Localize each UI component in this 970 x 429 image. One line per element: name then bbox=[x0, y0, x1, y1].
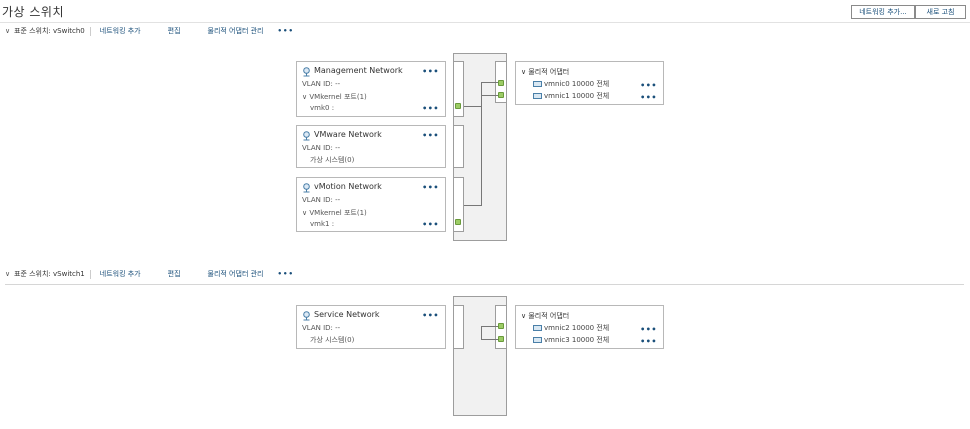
page-title: 가상 스위치 bbox=[2, 5, 65, 19]
wire bbox=[481, 326, 482, 339]
portgroup-name[interactable]: vMotion Network bbox=[314, 182, 382, 191]
chevron-down-icon[interactable]: ∨ bbox=[5, 270, 14, 278]
wire bbox=[481, 326, 499, 327]
add-networking-button[interactable]: 네트워킹 추가... bbox=[851, 5, 915, 19]
uplink-port[interactable] bbox=[498, 80, 504, 86]
edit-link[interactable]: 편집 bbox=[168, 269, 181, 279]
physical-nic-icon bbox=[533, 324, 542, 331]
physical-nic-icon bbox=[533, 92, 542, 99]
physical-nic-row[interactable]: vmnic2 10000 전체 bbox=[533, 323, 609, 332]
physical-nic-row[interactable]: vmnic3 10000 전체 bbox=[533, 335, 609, 344]
wire bbox=[464, 106, 482, 107]
more-actions-icon[interactable]: ••• bbox=[422, 105, 439, 113]
physical-nic-icon bbox=[533, 80, 542, 87]
physical-adapters-label: 물리적 어댑터 bbox=[528, 68, 570, 76]
more-actions-icon[interactable]: ••• bbox=[422, 221, 439, 229]
uplink-port[interactable] bbox=[498, 323, 504, 329]
vmkernel-port[interactable] bbox=[455, 219, 461, 225]
wire bbox=[481, 95, 499, 96]
manage-adapters-link[interactable]: 물리적 어댑터 관리 bbox=[208, 26, 264, 36]
physical-adapters-header[interactable]: ∨ 물리적 어댑터 bbox=[521, 311, 569, 321]
more-actions-icon[interactable]: ••• bbox=[422, 312, 439, 320]
more-actions-icon[interactable]: ••• bbox=[278, 270, 294, 278]
portgroup-card-vmotion-network: vMotion Network ••• VLAN ID: -- ∨ VMkern… bbox=[296, 177, 446, 232]
physical-adapters-header[interactable]: ∨ 물리적 어댑터 bbox=[521, 67, 569, 77]
portgroup-port-box bbox=[453, 305, 464, 349]
switch-divider bbox=[5, 284, 964, 285]
more-actions-icon[interactable]: ••• bbox=[640, 94, 657, 102]
physical-adapters-card: ∨ 물리적 어댑터 vmnic2 10000 전체 ••• vmnic3 100… bbox=[515, 305, 664, 349]
nic-label: vmnic0 10000 전체 bbox=[544, 79, 610, 88]
portgroup-name[interactable]: Management Network bbox=[314, 66, 403, 75]
nic-label: vmnic1 10000 전체 bbox=[544, 91, 610, 100]
physical-adapters-label: 물리적 어댑터 bbox=[528, 312, 570, 320]
vmkernel-ports-label: VMkernel 포트(1) bbox=[309, 209, 367, 217]
switch-header-vswitch0: ∨ 표준 스위치: vSwitch0 네트워킹 추가 편집 물리적 어댑터 관리… bbox=[5, 25, 294, 37]
vlan-id: VLAN ID: -- bbox=[302, 324, 341, 332]
vmk-adapter[interactable]: vmk1 : bbox=[310, 220, 334, 228]
network-portgroup-icon bbox=[303, 311, 310, 321]
add-networking-link[interactable]: 네트워킹 추가 bbox=[100, 26, 141, 36]
uplink-port[interactable] bbox=[498, 92, 504, 98]
chevron-down-icon[interactable]: ∨ bbox=[5, 27, 14, 35]
portgroup-card-management-network: Management Network ••• VLAN ID: -- ∨ VMk… bbox=[296, 61, 446, 117]
vmkernel-ports-toggle[interactable]: ∨ VMkernel 포트(1) bbox=[302, 208, 367, 218]
vmk-adapter[interactable]: vmk0 : bbox=[310, 104, 334, 112]
physical-nic-row[interactable]: vmnic0 10000 전체 bbox=[533, 79, 609, 88]
vmkernel-ports-label: VMkernel 포트(1) bbox=[309, 93, 367, 101]
virtual-machines-count: 가상 시스템(0) bbox=[310, 336, 355, 344]
more-actions-icon[interactable]: ••• bbox=[278, 27, 294, 35]
portgroup-name[interactable]: VMware Network bbox=[314, 130, 382, 139]
manage-adapters-link[interactable]: 물리적 어댑터 관리 bbox=[208, 269, 264, 279]
portgroup-name[interactable]: Service Network bbox=[314, 310, 380, 319]
nic-label: vmnic3 10000 전체 bbox=[544, 335, 610, 344]
add-networking-link[interactable]: 네트워킹 추가 bbox=[100, 269, 141, 279]
portgroup-card-service-network: Service Network ••• VLAN ID: -- 가상 시스템(0… bbox=[296, 305, 446, 349]
physical-adapters-card: ∨ 물리적 어댑터 vmnic0 10000 전체 ••• vmnic1 100… bbox=[515, 61, 664, 105]
wire bbox=[464, 205, 482, 206]
network-portgroup-icon bbox=[303, 183, 310, 193]
vlan-id: VLAN ID: -- bbox=[302, 80, 341, 88]
switch-header-vswitch1: ∨ 표준 스위치: vSwitch1 네트워킹 추가 편집 물리적 어댑터 관리… bbox=[5, 268, 294, 280]
portgroup-port-box bbox=[453, 125, 464, 168]
refresh-button[interactable]: 새로 고침 bbox=[915, 5, 966, 19]
portgroup-card-vmware-network: VMware Network ••• VLAN ID: -- 가상 시스템(0) bbox=[296, 125, 446, 168]
virtual-machines-count: 가상 시스템(0) bbox=[310, 156, 355, 164]
more-actions-icon[interactable]: ••• bbox=[422, 184, 439, 192]
wire bbox=[481, 82, 499, 83]
switch-label: 표준 스위치: vSwitch1 bbox=[14, 270, 85, 278]
vmkernel-port[interactable] bbox=[455, 103, 461, 109]
physical-nic-row[interactable]: vmnic1 10000 전체 bbox=[533, 91, 609, 100]
physical-nic-icon bbox=[533, 336, 542, 343]
more-actions-icon[interactable]: ••• bbox=[422, 68, 439, 76]
more-actions-icon[interactable]: ••• bbox=[640, 338, 657, 346]
network-portgroup-icon bbox=[303, 67, 310, 77]
title-divider bbox=[0, 22, 970, 23]
wire bbox=[481, 339, 499, 340]
nic-label: vmnic2 10000 전체 bbox=[544, 323, 610, 332]
vlan-id: VLAN ID: -- bbox=[302, 144, 341, 152]
divider bbox=[89, 26, 91, 36]
vlan-id: VLAN ID: -- bbox=[302, 196, 341, 204]
wire bbox=[481, 82, 482, 205]
uplink-port[interactable] bbox=[498, 336, 504, 342]
more-actions-icon[interactable]: ••• bbox=[640, 326, 657, 334]
more-actions-icon[interactable]: ••• bbox=[640, 82, 657, 90]
switch-label: 표준 스위치: vSwitch0 bbox=[14, 27, 85, 35]
more-actions-icon[interactable]: ••• bbox=[422, 132, 439, 140]
vmkernel-ports-toggle[interactable]: ∨ VMkernel 포트(1) bbox=[302, 92, 367, 102]
divider bbox=[89, 269, 91, 279]
edit-link[interactable]: 편집 bbox=[168, 26, 181, 36]
network-portgroup-icon bbox=[303, 131, 310, 141]
